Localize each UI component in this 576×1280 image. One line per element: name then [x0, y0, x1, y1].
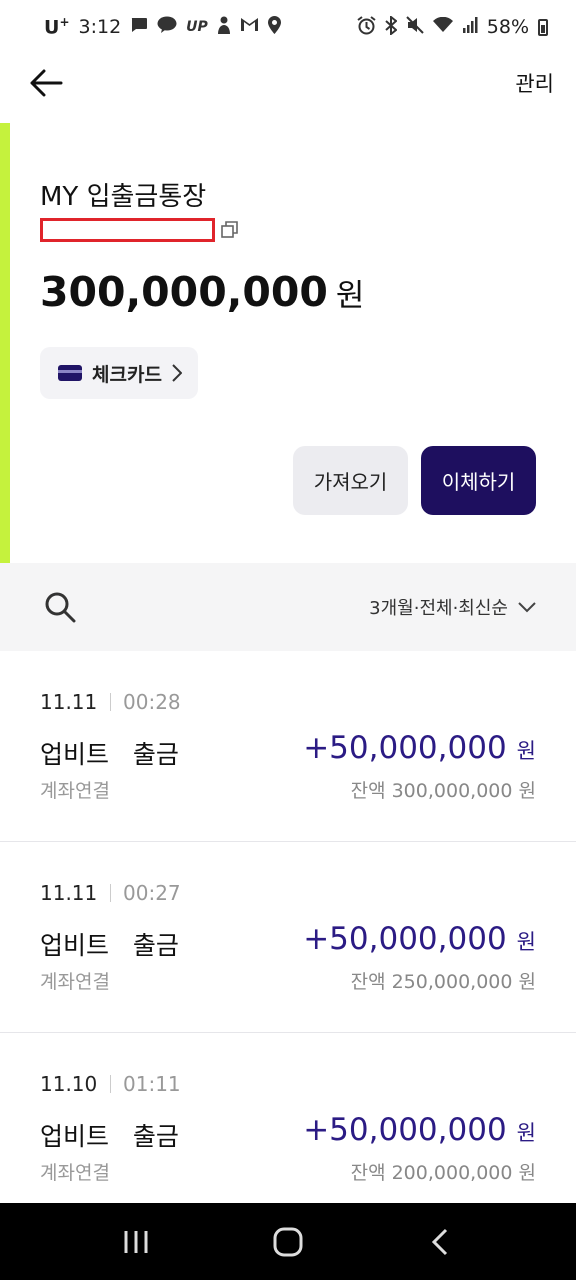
status-right: 58% [357, 14, 548, 39]
arrow-left-icon [30, 69, 63, 97]
account-balance: 300,000,000 원 [40, 268, 364, 316]
home-icon [273, 1227, 303, 1256]
transaction-balance: 잔액 200,000,000 원 [350, 1162, 536, 1184]
status-bar: U+ 3:12 UP 58% [0, 0, 576, 54]
gmail-icon [240, 17, 259, 36]
transaction-date: 11.11 [40, 690, 98, 714]
fetch-button[interactable]: 가져오기 [293, 446, 408, 515]
signal-icon [462, 17, 478, 37]
chevron-right-icon [172, 364, 182, 382]
balance-unit: 원 [335, 278, 365, 314]
transaction-time: 00:28 [123, 690, 181, 714]
wifi-icon [432, 16, 453, 37]
status-left: U+ 3:12 UP [44, 15, 281, 39]
date-time-divider [110, 693, 111, 711]
home-button[interactable] [258, 1212, 318, 1272]
account-number-redacted [40, 218, 215, 242]
filter-label: 3개월·전체·최신순 [369, 598, 508, 619]
filter-dropdown[interactable]: 3개월·전체·최신순 [369, 594, 536, 620]
transaction-balance: 잔액 250,000,000 원 [350, 971, 536, 993]
battery-percent: 58% [486, 16, 529, 38]
clock: 3:12 [78, 15, 122, 38]
alarm-icon [357, 15, 376, 39]
copy-icon[interactable] [220, 220, 240, 240]
transaction-amount-unit: 원 [516, 739, 536, 763]
transaction-title: 업비트 출금 [40, 931, 179, 960]
transaction-date: 11.10 [40, 1072, 98, 1096]
accent-strip [0, 123, 10, 563]
message-icon [130, 17, 148, 37]
app-header: 관리 [0, 54, 576, 112]
account-name: MY 입출금통장 [40, 182, 207, 212]
transaction-time: 01:11 [123, 1072, 181, 1096]
carrier-name: U [44, 16, 60, 39]
talk-icon [157, 16, 177, 37]
card-icon [58, 365, 82, 381]
transaction-row[interactable]: 11.11 00:28 업비트 출금 +50,000,000 원 계좌연결 잔액… [0, 651, 576, 842]
transaction-subtitle: 계좌연결 [40, 780, 110, 802]
check-card-button[interactable]: 체크카드 [40, 347, 198, 399]
transaction-balance: 잔액 300,000,000 원 [350, 780, 536, 802]
manage-button[interactable]: 관리 [515, 68, 554, 98]
transaction-amount: +50,000,000 원 [303, 730, 536, 766]
transaction-subtitle: 계좌연결 [40, 1162, 110, 1184]
transaction-subtitle: 계좌연결 [40, 971, 110, 993]
transaction-amount: +50,000,000 원 [303, 921, 536, 957]
transaction-amount-unit: 원 [516, 930, 536, 954]
filter-bar: 3개월·전체·최신순 [0, 563, 576, 651]
battery-icon [538, 18, 548, 36]
transaction-row[interactable]: 11.11 00:27 업비트 출금 +50,000,000 원 계좌연결 잔액… [0, 842, 576, 1033]
date-time-divider [110, 884, 111, 902]
chevron-down-icon [518, 601, 536, 612]
upbit-icon: UP [186, 18, 208, 35]
transaction-title: 업비트 출금 [40, 740, 179, 769]
transaction-amount-value: +50,000,000 [303, 730, 507, 766]
bluetooth-icon [385, 14, 398, 39]
carrier-label: U+ [44, 15, 70, 38]
recent-apps-icon [124, 1230, 148, 1253]
location-icon [267, 15, 281, 38]
date-time-divider [110, 1075, 111, 1093]
transaction-amount-value: +50,000,000 [303, 1112, 507, 1148]
transaction-amount-value: +50,000,000 [303, 921, 507, 957]
account-card: MY 입출금통장 300,000,000 원 체크카드 가져오기 이체하기 [0, 123, 576, 563]
transaction-amount-unit: 원 [516, 1121, 536, 1145]
mute-icon [406, 16, 424, 38]
transaction-row[interactable]: 11.10 01:11 업비트 출금 +50,000,000 원 계좌연결 잔액… [0, 1033, 576, 1224]
check-card-label: 체크카드 [92, 363, 162, 386]
transaction-amount: +50,000,000 원 [303, 1112, 536, 1148]
balance-amount: 300,000,000 [40, 268, 328, 316]
search-button[interactable] [42, 589, 78, 625]
transaction-date: 11.11 [40, 881, 98, 905]
chevron-left-icon [431, 1228, 448, 1255]
search-icon [45, 592, 76, 623]
carrier-sup: + [59, 15, 70, 30]
recent-apps-button[interactable] [106, 1212, 166, 1272]
back-button[interactable] [28, 65, 64, 101]
transaction-time: 00:27 [123, 881, 181, 905]
transaction-title: 업비트 출금 [40, 1122, 179, 1151]
system-nav-bar [0, 1203, 576, 1280]
system-back-button[interactable] [410, 1212, 470, 1272]
transfer-button[interactable]: 이체하기 [421, 446, 536, 515]
transaction-list: 11.11 00:28 업비트 출금 +50,000,000 원 계좌연결 잔액… [0, 651, 576, 1224]
person-icon [217, 16, 231, 38]
